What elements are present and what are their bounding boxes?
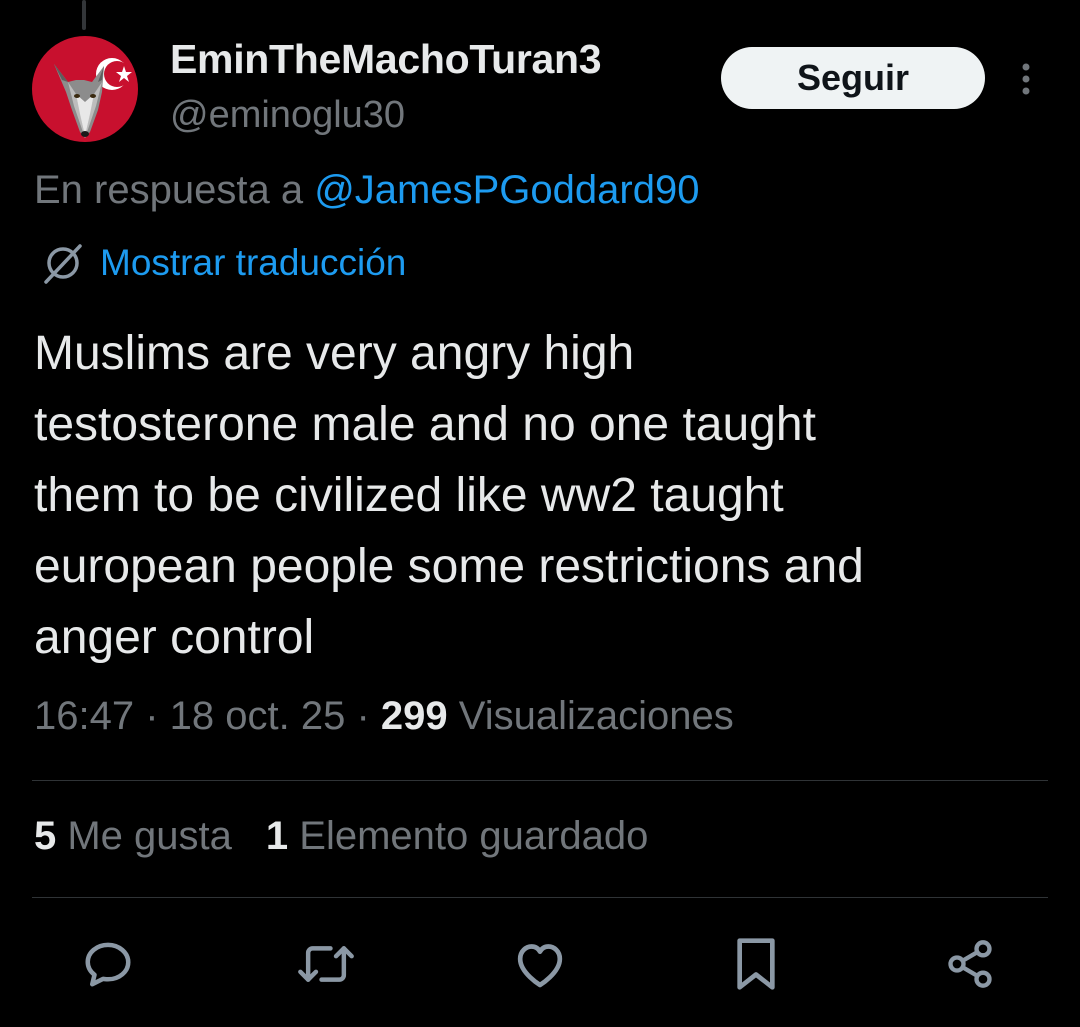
tweet-text-line: european people some restrictions and	[34, 540, 864, 593]
tweet-text-line: Muslims are very angry high	[34, 327, 635, 380]
tweet-meta: 16:47 · 18 oct. 25 · 299 Visualizaciones	[34, 694, 734, 739]
bookmarks-count: 1	[265, 814, 289, 858]
retweet-button[interactable]	[296, 934, 356, 994]
engagement-stats: 5 Me gusta 1 Elemento guardado	[34, 814, 648, 859]
likes-count: 5	[34, 814, 57, 858]
tweet-detail: EminTheMachoTuran3 @eminoglu30 Seguir En…	[0, 0, 1080, 1027]
meta-separator: ·	[345, 694, 381, 738]
author-display-name[interactable]: EminTheMachoTuran3	[170, 36, 602, 83]
divider	[32, 897, 1048, 898]
tweet-text: Muslims are very angry high testosterone…	[34, 318, 1044, 673]
likes-label: Me gusta	[56, 814, 232, 858]
reply-context: En respuesta a @JamesPGoddard90	[34, 168, 699, 213]
tweet-time[interactable]: 16:47	[34, 694, 134, 738]
tweet-date[interactable]: 18 oct. 25	[170, 694, 346, 738]
more-vertical-icon	[1022, 63, 1030, 95]
share-icon	[948, 940, 992, 988]
show-translation-label: Mostrar traducción	[100, 242, 407, 283]
thread-connector-line	[82, 0, 86, 30]
reply-context-prefix: En respuesta a	[34, 168, 315, 212]
more-options-button[interactable]	[1008, 56, 1044, 102]
tweet-text-line: testosterone male and no one taught	[34, 398, 816, 451]
reply-icon	[85, 942, 131, 987]
bookmark-icon	[737, 938, 775, 990]
follow-button[interactable]: Seguir	[721, 47, 985, 109]
tweet-text-line: them to be civilized like ww2 taught	[34, 469, 784, 522]
translate-globe-icon	[44, 244, 82, 284]
bookmarks-stat[interactable]: 1 Elemento guardado	[266, 814, 649, 859]
views-count: 299	[380, 694, 448, 738]
divider	[32, 780, 1048, 781]
views-label: Visualizaciones	[447, 694, 734, 738]
bookmark-button[interactable]	[726, 934, 786, 994]
show-translation-link[interactable]: Mostrar traducción	[40, 240, 406, 286]
like-icon	[517, 944, 563, 988]
bookmarks-label: Elemento guardado	[288, 814, 649, 858]
reply-button[interactable]	[78, 934, 138, 994]
share-button[interactable]	[940, 934, 1000, 994]
author-handle[interactable]: @eminoglu30	[170, 94, 405, 137]
meta-separator: ·	[134, 694, 170, 738]
reply-mention-link[interactable]: @JamesPGoddard90	[314, 168, 699, 212]
tweet-text-line: anger control	[34, 611, 315, 664]
avatar[interactable]	[32, 36, 138, 142]
likes-stat[interactable]: 5 Me gusta	[34, 814, 232, 859]
retweet-icon	[298, 946, 354, 982]
like-button[interactable]	[510, 934, 570, 994]
